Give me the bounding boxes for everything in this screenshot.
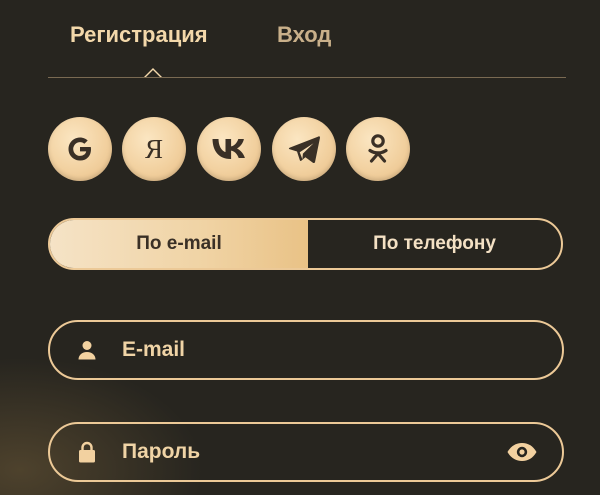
odnoklassniki-icon: [368, 134, 388, 163]
email-input[interactable]: [122, 322, 502, 378]
password-input[interactable]: [122, 424, 502, 480]
active-tab-indicator: [144, 68, 162, 77]
tab-login[interactable]: Вход: [277, 20, 331, 50]
auth-panel: Регистрация Вход Я По e-mail По телефону…: [0, 0, 600, 495]
method-phone-option[interactable]: По телефону: [308, 220, 561, 268]
user-icon: [76, 339, 98, 361]
tabs-divider: [48, 77, 566, 78]
odnoklassniki-login-button[interactable]: [346, 117, 410, 181]
show-password-eye-icon[interactable]: [506, 441, 538, 463]
telegram-icon: [288, 136, 320, 163]
telegram-login-button[interactable]: [272, 117, 336, 181]
auth-tabs: Регистрация Вход: [48, 0, 566, 80]
vk-login-button[interactable]: [197, 117, 261, 181]
google-login-button[interactable]: [48, 117, 112, 181]
method-email-option[interactable]: По e-mail: [50, 220, 308, 268]
registration-method-toggle: По e-mail По телефону: [48, 218, 563, 270]
yandex-icon: Я: [144, 133, 163, 164]
google-icon: [68, 137, 91, 161]
social-login-buttons: Я: [48, 117, 448, 182]
vk-icon: [212, 139, 245, 159]
lock-icon: [76, 441, 98, 463]
tab-register[interactable]: Регистрация: [70, 20, 208, 50]
password-field: [48, 422, 564, 482]
yandex-login-button[interactable]: Я: [122, 117, 186, 181]
email-field: [48, 320, 564, 380]
